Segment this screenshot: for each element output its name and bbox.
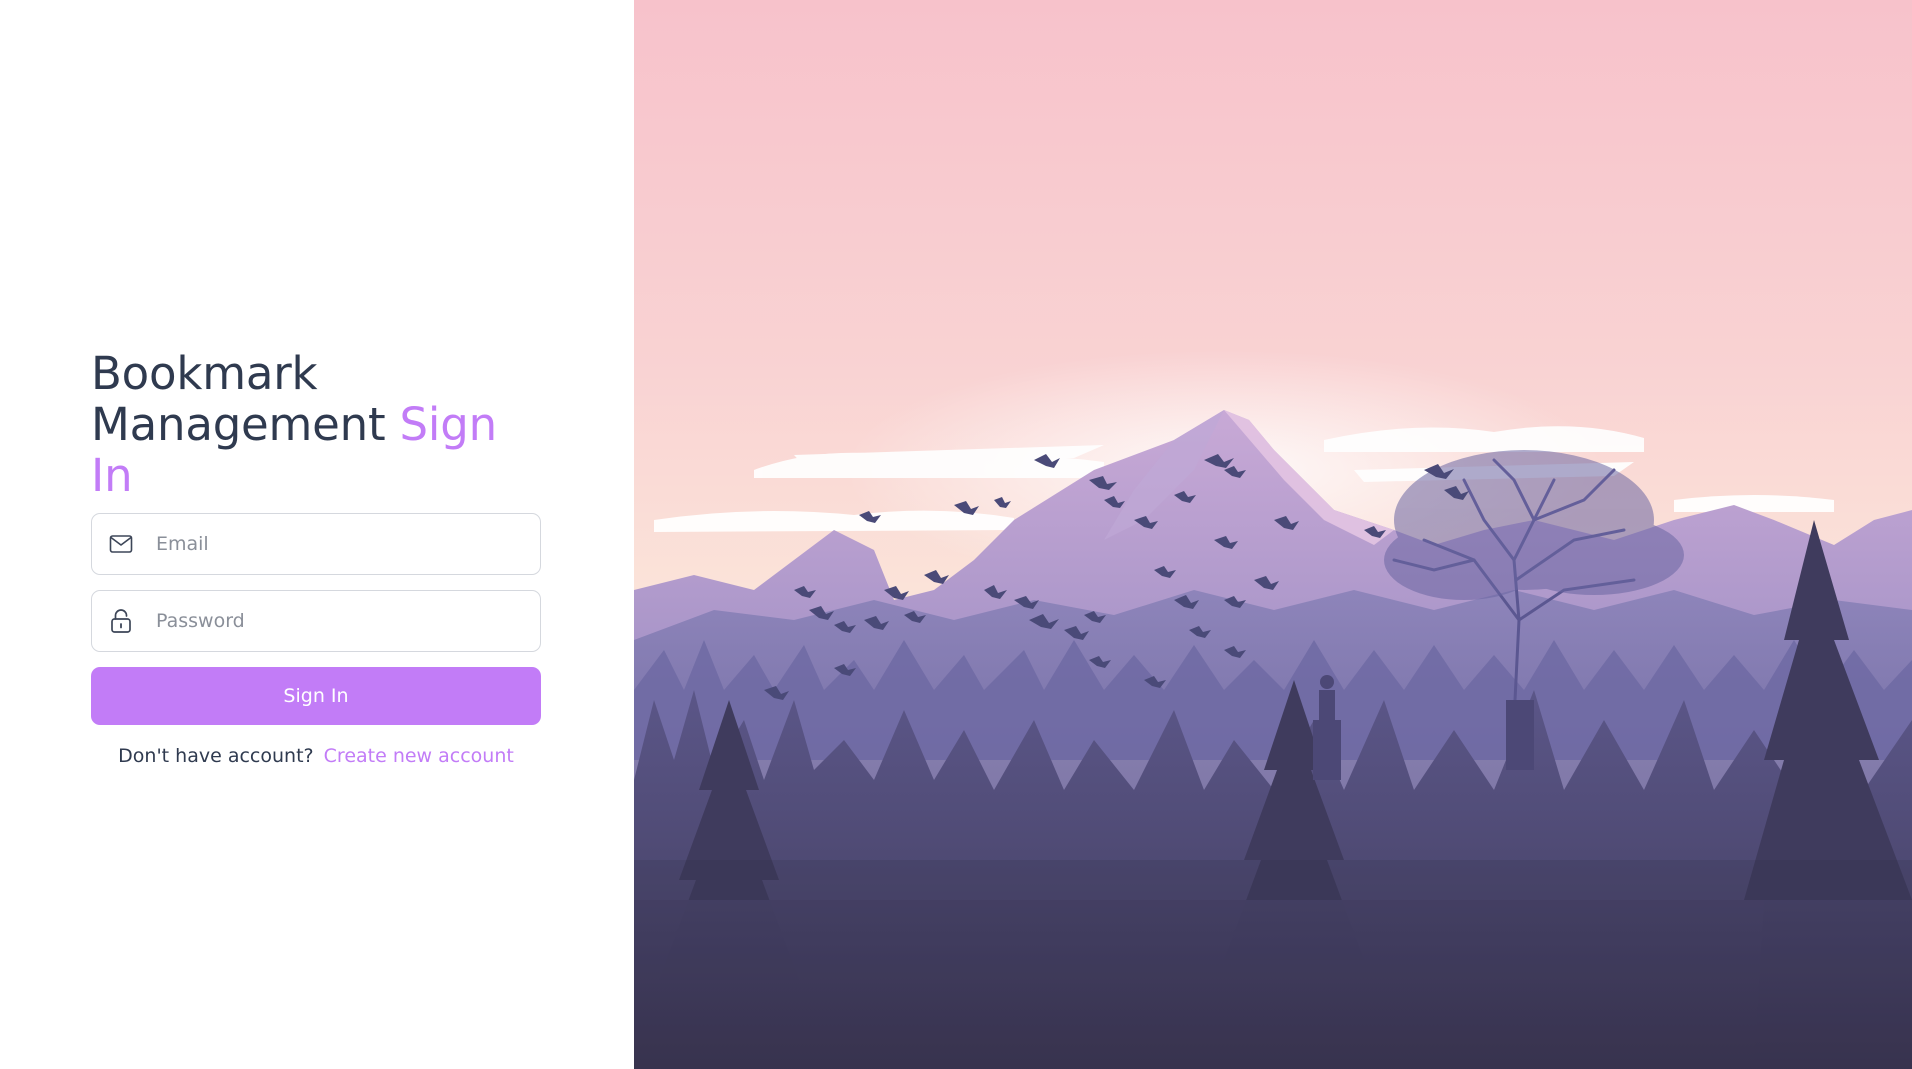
sign-in-form: Bookmark Management Sign In Email Sign I…: [91, 348, 541, 767]
create-account-line: Don't have account? Create new account: [91, 745, 541, 767]
title-line-2: Management: [91, 398, 386, 451]
password-input[interactable]: [154, 601, 524, 641]
landscape-image: [634, 0, 1912, 1069]
title-line-1: Bookmark: [91, 347, 318, 400]
password-field[interactable]: [91, 590, 541, 652]
no-account-text: Don't have account?: [118, 745, 314, 767]
create-account-link[interactable]: Create new account: [324, 745, 514, 767]
email-field[interactable]: [91, 513, 541, 575]
sign-in-page: Bookmark Management Sign In Email Sign I…: [0, 0, 1912, 1069]
landscape-illustration: [634, 0, 1912, 1069]
sign-in-button[interactable]: Sign In: [91, 667, 541, 725]
page-title: Bookmark Management Sign In: [91, 348, 541, 501]
email-input[interactable]: [154, 524, 524, 564]
mail-icon: [108, 531, 134, 557]
sign-in-panel: Bookmark Management Sign In Email Sign I…: [0, 0, 634, 1069]
lock-icon: [108, 608, 134, 634]
